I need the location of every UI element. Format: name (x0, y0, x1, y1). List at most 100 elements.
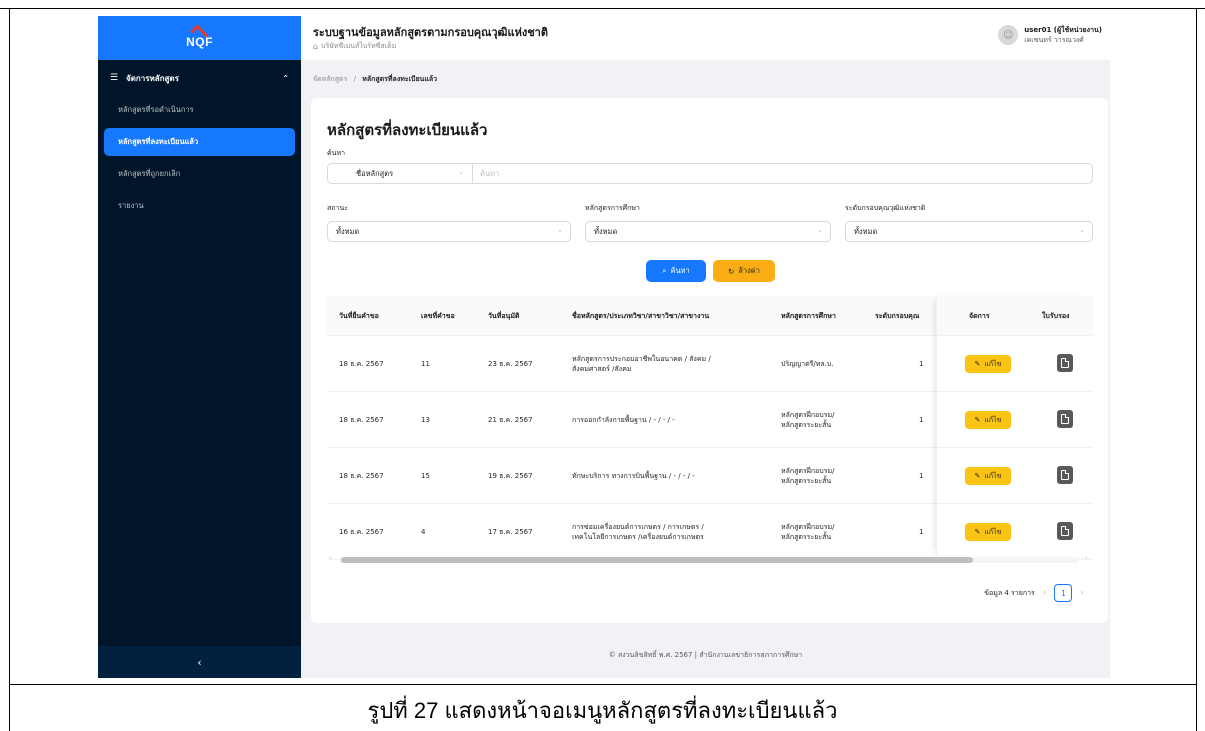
sidebar-item-label: หลักสูตรที่ลงทะเบียนแล้ว (118, 137, 199, 146)
column-header-submit-date[interactable]: วันที่ยื่นคำขอ (339, 296, 379, 335)
logo-area[interactable]: NQF (98, 16, 301, 60)
search-label: ค้นหา (327, 149, 346, 157)
scroll-right-icon[interactable]: › (1085, 554, 1088, 562)
pagination-total: ข้อมูล 4 รายการ (984, 588, 1035, 597)
search-bar: ชื่อหลักสูตร ⌄ (327, 163, 1093, 184)
cell-request-no: 4 (421, 527, 426, 536)
user-menu[interactable]: ☺ user01 (ผู้ใช้หน่วยงาน) เคเซนทร์ วารณว… (998, 25, 1102, 45)
program-line: หลักสูตรระยะสั้น (781, 420, 832, 429)
user-position: เคเซนทร์ วารณวงศ์ (1024, 36, 1084, 44)
figure-caption: รูปที่ 27 แสดงหน้าจอเมนูหลักสูตรที่ลงทะเ… (367, 698, 838, 723)
course-name-line: การออกกำลังกายพื้นฐาน / - / - / - (572, 415, 675, 424)
breadcrumb: จัดหลักสูตร / หลักสูตรที่ลงทะเบียนแล้ว (313, 74, 437, 85)
cell-level: 1 (919, 415, 924, 424)
organization-line: ⌂ บริษัทซีเมนส์ไบร์ทซีสเต็ม (313, 41, 396, 52)
program-line: หลักสูตรระยะสั้น (781, 532, 832, 541)
chevron-left-icon: ‹ (197, 655, 202, 669)
cell-level: 1 (919, 359, 924, 368)
breadcrumb-parent[interactable]: จัดหลักสูตร (313, 75, 347, 83)
scrollbar-thumb[interactable] (341, 557, 973, 563)
sidebar-item-pending[interactable]: หลักสูตรที่รอดำเนินการ (104, 96, 295, 124)
cell-level: 1 (919, 527, 924, 536)
program-label: หลักสูตรการศึกษา (585, 204, 640, 212)
organization-name: บริษัทซีเมนส์ไบร์ทซีสเต็ม (321, 42, 397, 50)
cell-request-no: 13 (421, 415, 430, 424)
courses-table: วันที่ยื่นคำขอ เลขที่คำขอ วันที่อนุมัติ … (327, 296, 1093, 560)
program-line: หลักสูตรฝึกอบรม/ (781, 466, 835, 475)
status-select[interactable]: ทั้งหมด ⌄ (327, 221, 571, 242)
search-button[interactable]: ⌕ ค้นหา (646, 260, 706, 282)
page-number-button[interactable]: 1 (1054, 584, 1073, 602)
program-value: ทั้งหมด (594, 226, 618, 236)
building-icon: ⌂ (313, 42, 319, 51)
reset-button-label: ล้างค่า (738, 266, 760, 275)
column-header-level[interactable]: ระดับกรอบคุณ (875, 296, 935, 335)
menu-group-course-management[interactable]: ☰ จัดการหลักสูตร ⌃ (98, 60, 301, 96)
prev-page-icon[interactable]: ‹ (1043, 588, 1047, 598)
status-label: สถานะ (327, 204, 348, 212)
cell-level: 1 (919, 471, 924, 480)
cell-program: หลักสูตรฝึกอบรม/หลักสูตรระยะสั้น (781, 392, 834, 447)
cell-program: หลักสูตรฝึกอบรม/หลักสูตรระยะสั้น (781, 448, 834, 503)
top-header: ระบบฐานข้อมูลหลักสูตรตามกรอบคุณวุฒิแห่งช… (301, 16, 1110, 60)
program-line: ปริญญาตรี/ทล.บ. (781, 359, 834, 368)
cell-approve-date: 17 ธ.ค. 2567 (488, 527, 533, 536)
menu-group-label: จัดการหลักสูตร (126, 73, 179, 83)
chevron-down-icon: ⌄ (557, 226, 563, 234)
cell-program: ปริญญาตรี/ทล.บ. (781, 336, 834, 391)
sidebar: NQF ☰ จัดการหลักสูตร ⌃ หลักสูตรที่รอดำเน… (98, 16, 301, 678)
frame-right-line (1196, 8, 1197, 731)
avatar: ☺ (998, 25, 1019, 45)
sidebar-item-label: รายงาน (118, 201, 144, 210)
frame-mid-line (9, 684, 1197, 685)
course-name-line: เทคโนโลยีการเกษตร /เครื่องยนต์การเกษตร (572, 532, 704, 541)
cell-approve-date: 21 ธ.ค. 2567 (488, 415, 533, 424)
search-input[interactable] (473, 164, 1092, 183)
next-page-icon[interactable]: › (1080, 588, 1084, 598)
cell-course-name: หลักสูตรการประกอบอาชีพในอนาคต / สังคม / ส… (572, 336, 711, 391)
list-icon: ☰ (110, 73, 119, 83)
cell-course-name: การออกกำลังกายพื้นฐาน / - / - / - (572, 392, 675, 447)
user-name: user01 (ผู้ใช้หน่วยงาน) (1024, 26, 1102, 34)
sidebar-item-registered[interactable]: หลักสูตรที่ลงทะเบียนแล้ว (104, 128, 295, 156)
sidebar-item-cancelled[interactable]: หลักสูตรที่ถูกยกเลิก (104, 160, 295, 188)
breadcrumb-separator: / (353, 75, 356, 83)
level-select[interactable]: ทั้งหมด ⌄ (845, 221, 1093, 242)
course-name-line: การซ่อมเครื่องยนต์การเกษตร / การเกษตร / (572, 522, 704, 531)
fixed-columns-shadow (936, 296, 1093, 555)
cell-program: หลักสูตรฝึกอบรม/หลักสูตรระยะสั้น (781, 504, 834, 559)
sidebar-collapse-button[interactable]: ‹ (98, 646, 301, 678)
frame-left-line (9, 8, 10, 731)
column-header-course-name[interactable]: ชื่อหลักสูตร/ประเภทวิชา/สาขาวิชา/สาขางาน (572, 296, 709, 335)
horizontal-scrollbar[interactable]: ‹ › (327, 554, 1093, 565)
cell-submit-date: 18 ธ.ค. 2567 (339, 415, 384, 424)
screenshot: NQF ☰ จัดการหลักสูตร ⌃ หลักสูตรที่รอดำเน… (98, 16, 1110, 678)
sidebar-item-report[interactable]: รายงาน (98, 192, 301, 220)
cell-submit-date: 18 ธ.ค. 2567 (339, 359, 384, 368)
search-type-select[interactable]: ชื่อหลักสูตร ⌄ (328, 164, 473, 183)
nqf-logo: NQF (182, 24, 218, 51)
course-name-line: สังคมศาสตร์ /สังคม (572, 364, 632, 373)
reset-button[interactable]: ↻ ล้างค่า (713, 260, 775, 282)
cell-request-no: 15 (421, 471, 430, 480)
program-select[interactable]: ทั้งหมด ⌄ (585, 221, 831, 242)
content-card: หลักสูตรที่ลงทะเบียนแล้ว ค้นหา ชื่อหลักส… (311, 98, 1108, 623)
sidebar-item-label: หลักสูตรที่ถูกยกเลิก (118, 169, 181, 178)
chevron-up-icon: ⌃ (282, 73, 289, 83)
scroll-left-icon[interactable]: ‹ (329, 554, 332, 562)
program-line: หลักสูตรระยะสั้น (781, 476, 832, 485)
search-icon: ⌕ (662, 266, 667, 275)
chevron-down-icon: ⌄ (1079, 226, 1085, 234)
column-header-request-no[interactable]: เลขที่คำขอ (421, 296, 455, 335)
column-header-approve-date[interactable]: วันที่อนุมัติ (488, 296, 519, 335)
sidebar-item-label: หลักสูตรที่รอดำเนินการ (118, 105, 194, 114)
column-header-program[interactable]: หลักสูตรการศึกษา (781, 296, 836, 335)
search-type-value: ชื่อหลักสูตร (356, 168, 394, 178)
cell-approve-date: 19 ธ.ค. 2567 (488, 471, 533, 480)
page-title: หลักสูตรที่ลงทะเบียนแล้ว (327, 121, 488, 139)
cell-course-name: การซ่อมเครื่องยนต์การเกษตร / การเกษตร / เ… (572, 504, 704, 559)
system-title: ระบบฐานข้อมูลหลักสูตรตามกรอบคุณวุฒิแห่งช… (313, 26, 548, 39)
course-name-line: หลักสูตรการประกอบอาชีพในอนาคต / สังคม / (572, 354, 711, 363)
status-value: ทั้งหมด (336, 226, 360, 236)
frame-top-line (0, 8, 1205, 9)
